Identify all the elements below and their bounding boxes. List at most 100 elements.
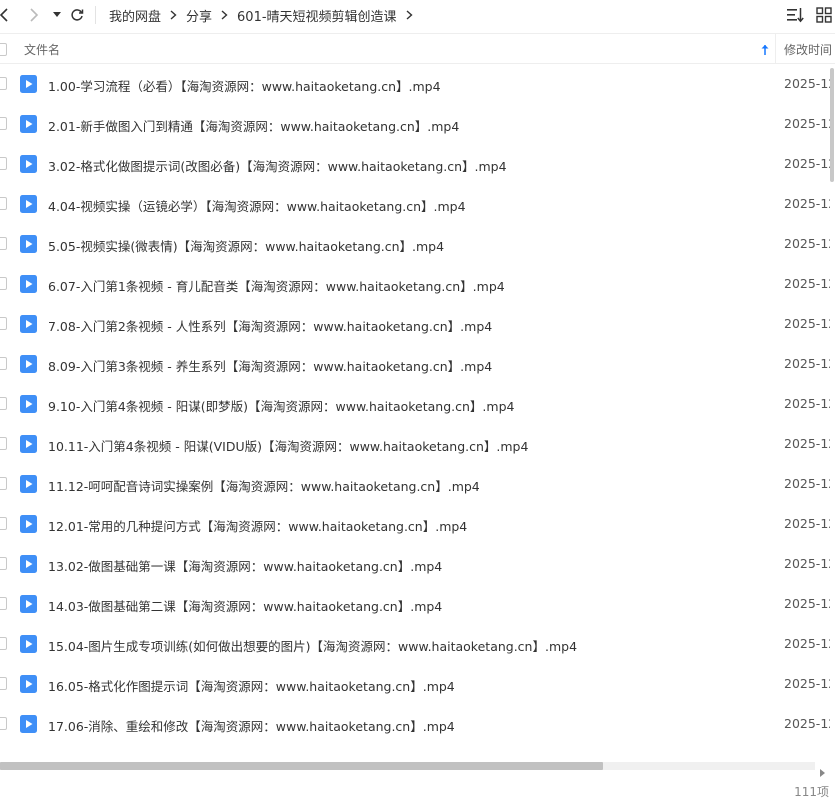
file-row[interactable]: 4.04-视频实操（运镜必学）【海淘资源网：www.haitaoketang.c… <box>0 184 830 224</box>
refresh-button[interactable] <box>69 4 85 26</box>
file-name[interactable]: 6.07-入门第1条视频 - 育儿配音类【海淘资源网：www.haitaoket… <box>48 276 505 295</box>
chevron-right-icon <box>30 8 39 22</box>
file-name[interactable]: 12.01-常用的几种提问方式【海淘资源网：www.haitaoketang.c… <box>48 516 467 535</box>
video-file-icon <box>20 515 37 533</box>
file-name[interactable]: 1.00-学习流程（必看）【海淘资源网：www.haitaoketang.cn】… <box>48 76 441 95</box>
video-file-icon <box>20 635 37 653</box>
forward-button[interactable] <box>26 4 42 26</box>
file-name[interactable]: 9.10-入门第4条视频 - 阳谋(即梦版)【海淘资源网：www.haitaok… <box>48 396 514 415</box>
file-row[interactable]: 3.02-格式化做图提示词(改图必备)【海淘资源网：www.haitaoketa… <box>0 144 830 184</box>
back-button[interactable] <box>0 4 12 26</box>
toolbar-divider <box>95 6 96 24</box>
file-row[interactable]: 2.01-新手做图入门到精通【海淘资源网：www.haitaoketang.cn… <box>0 104 830 144</box>
file-modified-date: 2025-12 <box>784 396 830 411</box>
file-modified-date: 2025-12 <box>784 676 830 691</box>
breadcrumb-item-current-folder[interactable]: 601-晴天短视频剪辑创造课 <box>237 6 397 25</box>
file-row-checkbox[interactable] <box>0 597 7 610</box>
file-name[interactable]: 10.11-入门第4条视频 - 阳谋(VIDU版)【海淘资源网：www.hait… <box>48 436 528 455</box>
video-file-icon <box>20 155 37 173</box>
select-all-checkbox[interactable] <box>0 43 7 56</box>
breadcrumb-item-share[interactable]: 分享 <box>186 6 212 25</box>
file-row[interactable]: 8.09-入门第3条视频 - 养生系列【海淘资源网：www.haitaoketa… <box>0 344 830 384</box>
file-name[interactable]: 4.04-视频实操（运镜必学）【海淘资源网：www.haitaoketang.c… <box>48 196 466 215</box>
file-modified-date: 2025-12 <box>784 276 830 291</box>
file-name[interactable]: 3.02-格式化做图提示词(改图必备)【海淘资源网：www.haitaoketa… <box>48 156 507 175</box>
column-divider[interactable] <box>775 34 776 64</box>
sort-button[interactable] <box>786 7 804 23</box>
file-name[interactable]: 8.09-入门第3条视频 - 养生系列【海淘资源网：www.haitaoketa… <box>48 356 492 375</box>
file-row-checkbox[interactable] <box>0 157 7 170</box>
file-row-checkbox[interactable] <box>0 317 7 330</box>
vertical-scrollbar[interactable] <box>829 64 835 760</box>
file-row-checkbox[interactable] <box>0 77 7 90</box>
horizontal-scrollbar-thumb[interactable] <box>0 762 603 770</box>
sort-icon <box>787 8 804 23</box>
file-row-checkbox[interactable] <box>0 277 7 290</box>
file-row-checkbox[interactable] <box>0 677 7 690</box>
grid-view-icon <box>816 7 832 23</box>
file-row-checkbox[interactable] <box>0 237 7 250</box>
breadcrumb: 我的网盘 分享 601-晴天短视频剪辑创造课 <box>109 6 422 25</box>
status-bar: 111项 <box>0 774 835 798</box>
file-row[interactable]: 16.05-格式化作图提示词【海淘资源网：www.haitaoketang.cn… <box>0 664 830 704</box>
file-row[interactable]: 10.11-入门第4条视频 - 阳谋(VIDU版)【海淘资源网：www.hait… <box>0 424 830 464</box>
file-row-checkbox[interactable] <box>0 637 7 650</box>
file-row[interactable]: 9.10-入门第4条视频 - 阳谋(即梦版)【海淘资源网：www.haitaok… <box>0 384 830 424</box>
scroll-right-icon[interactable] <box>818 762 826 777</box>
file-browser-window: 我的网盘 分享 601-晴天短视频剪辑创造课 文件名 修改时间 1.00-学习流… <box>0 0 835 798</box>
file-name[interactable]: 11.12-呵呵配音诗词实操案例【海淘资源网：www.haitaoketang.… <box>48 476 480 495</box>
horizontal-scrollbar[interactable] <box>0 759 835 777</box>
column-header-name[interactable]: 文件名 <box>24 41 60 58</box>
file-name[interactable]: 16.05-格式化作图提示词【海淘资源网：www.haitaoketang.cn… <box>48 676 455 695</box>
file-row[interactable]: 6.07-入门第1条视频 - 育儿配音类【海淘资源网：www.haitaoket… <box>0 264 830 304</box>
file-name[interactable]: 2.01-新手做图入门到精通【海淘资源网：www.haitaoketang.cn… <box>48 116 459 135</box>
sort-ascending-icon[interactable] <box>760 42 770 56</box>
file-name[interactable]: 15.04-图片生成专项训练(如何做出想要的图片)【海淘资源网：www.hait… <box>48 636 577 655</box>
file-modified-date: 2025-12 <box>784 236 830 251</box>
column-header-modified-time[interactable]: 修改时间 <box>784 41 832 58</box>
video-file-icon <box>20 395 37 413</box>
file-modified-date: 2025-12 <box>784 116 830 131</box>
caret-down-icon <box>53 12 61 17</box>
chevron-left-icon <box>0 8 8 22</box>
file-row[interactable]: 13.02-做图基础第一课【海淘资源网：www.haitaoketang.cn】… <box>0 544 830 584</box>
file-name[interactable]: 7.08-入门第2条视频 - 人性系列【海淘资源网：www.haitaoketa… <box>48 316 492 335</box>
file-modified-date: 2025-12 <box>784 436 830 451</box>
file-row-checkbox[interactable] <box>0 557 7 570</box>
column-header-row: 文件名 修改时间 <box>0 33 835 64</box>
file-row-checkbox[interactable] <box>0 437 7 450</box>
file-row[interactable]: 11.12-呵呵配音诗词实操案例【海淘资源网：www.haitaoketang.… <box>0 464 830 504</box>
file-row-checkbox[interactable] <box>0 197 7 210</box>
file-name[interactable]: 5.05-视频实操(微表情)【海淘资源网：www.haitaoketang.cn… <box>48 236 444 255</box>
file-row[interactable]: 12.01-常用的几种提问方式【海淘资源网：www.haitaoketang.c… <box>0 504 830 544</box>
video-file-icon <box>20 275 37 293</box>
breadcrumb-separator-icon <box>170 10 177 20</box>
file-row-checkbox[interactable] <box>0 117 7 130</box>
file-row-checkbox[interactable] <box>0 517 7 530</box>
file-modified-date: 2025-12 <box>784 316 830 331</box>
vertical-scrollbar-thumb[interactable] <box>830 68 834 182</box>
file-row[interactable]: 1.00-学习流程（必看）【海淘资源网：www.haitaoketang.cn】… <box>0 64 830 104</box>
file-row-checkbox[interactable] <box>0 477 7 490</box>
file-row[interactable]: 5.05-视频实操(微表情)【海淘资源网：www.haitaoketang.cn… <box>0 224 830 264</box>
view-mode-button[interactable] <box>816 7 832 23</box>
file-name[interactable]: 14.03-做图基础第二课【海淘资源网：www.haitaoketang.cn】… <box>48 596 442 615</box>
video-file-icon <box>20 435 37 453</box>
video-file-icon <box>20 315 37 333</box>
file-row-checkbox[interactable] <box>0 357 7 370</box>
breadcrumb-item-my-drive[interactable]: 我的网盘 <box>109 6 161 25</box>
file-name[interactable]: 17.06-消除、重绘和修改【海淘资源网：www.haitaoketang.cn… <box>48 716 455 735</box>
file-modified-date: 2025-12 <box>784 636 830 651</box>
file-row[interactable]: 15.04-图片生成专项训练(如何做出想要的图片)【海淘资源网：www.hait… <box>0 624 830 664</box>
file-row[interactable]: 14.03-做图基础第二课【海淘资源网：www.haitaoketang.cn】… <box>0 584 830 624</box>
video-file-icon <box>20 555 37 573</box>
file-row[interactable]: 17.06-消除、重绘和修改【海淘资源网：www.haitaoketang.cn… <box>0 704 830 744</box>
file-row-checkbox[interactable] <box>0 717 7 730</box>
video-file-icon <box>20 675 37 693</box>
history-dropdown-button[interactable] <box>52 4 62 26</box>
file-modified-date: 2025-12 <box>784 356 830 371</box>
file-row-checkbox[interactable] <box>0 397 7 410</box>
file-row[interactable]: 7.08-入门第2条视频 - 人性系列【海淘资源网：www.haitaoketa… <box>0 304 830 344</box>
file-name[interactable]: 13.02-做图基础第一课【海淘资源网：www.haitaoketang.cn】… <box>48 556 442 575</box>
video-file-icon <box>20 75 37 93</box>
